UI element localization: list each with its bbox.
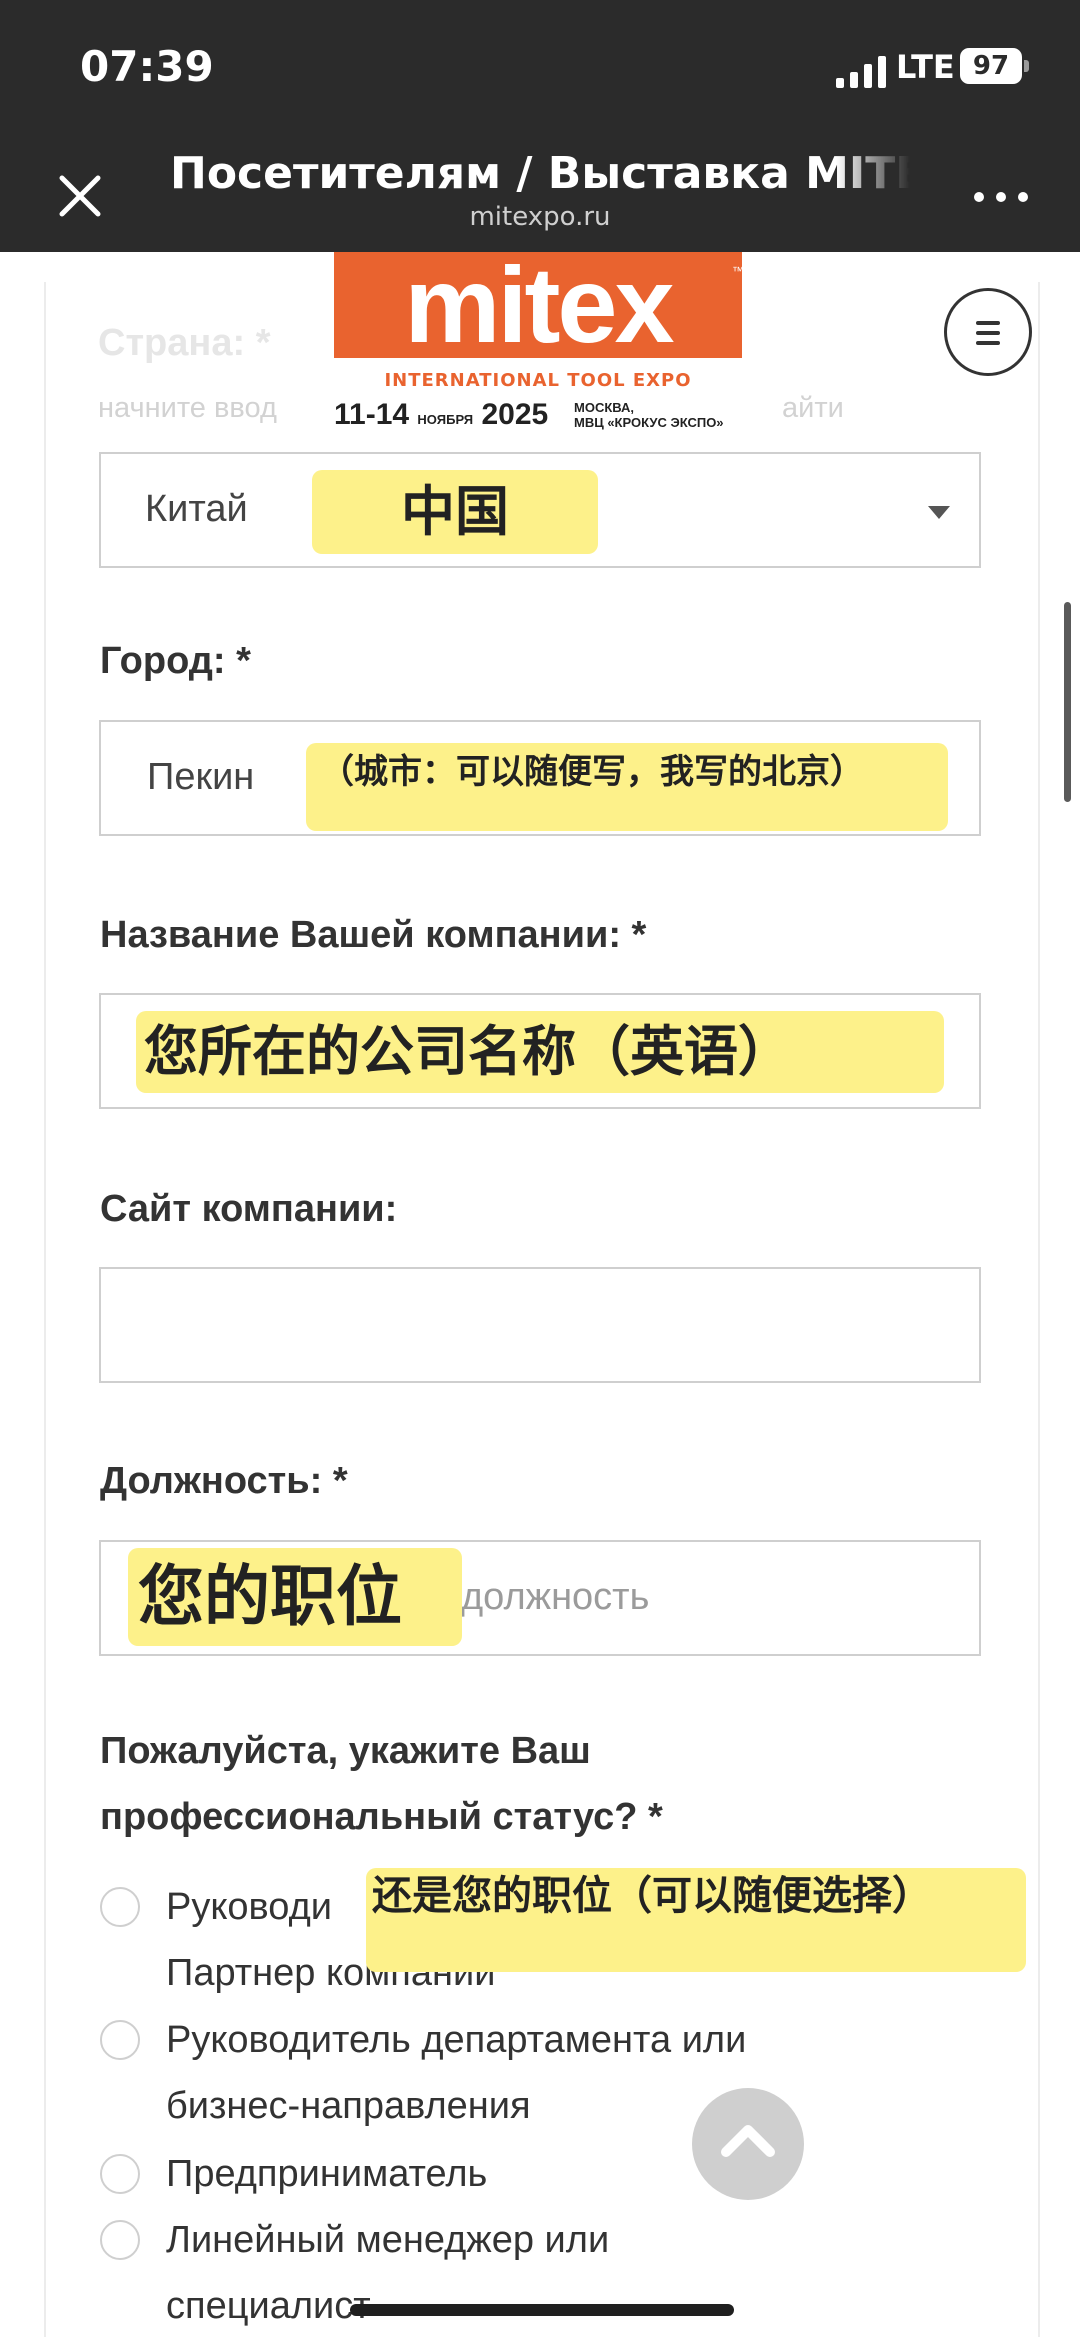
- company-annotation: 您所在的公司名称（英语）: [136, 1011, 944, 1093]
- country-label: Страна: *: [98, 322, 271, 364]
- status-radio-1[interactable]: [100, 1887, 140, 1927]
- more-options-icon[interactable]: [974, 182, 1034, 212]
- hamburger-menu-icon[interactable]: [944, 288, 1032, 376]
- status-option-3[interactable]: Предприниматель: [166, 2141, 986, 2207]
- logo-days: 11-14: [334, 398, 410, 431]
- status-option-2[interactable]: Руководитель департамента или бизнес-напр…: [166, 2007, 986, 2139]
- status-bar: 07:39 LTE 97: [0, 0, 1080, 140]
- status-option-2-line2: бизнес-направления: [166, 2085, 531, 2127]
- home-indicator[interactable]: [350, 2304, 734, 2316]
- status-annotation: 还是您的职位（可以随便选择）: [366, 1868, 1026, 1972]
- chevron-down-icon: [928, 506, 950, 519]
- position-label: Должность: *: [100, 1460, 348, 1502]
- page-title: Посетителям / Выставка MITEX: [170, 148, 910, 199]
- logo-tagline: INTERNATIONAL TOOL EXPO: [384, 370, 692, 391]
- position-placeholder: должность: [461, 1576, 650, 1618]
- status-option-4-line1: Линейный менеджер или: [166, 2219, 610, 2261]
- battery-icon: 97: [960, 48, 1022, 84]
- logo-venue-city: МОСКВА,: [574, 400, 635, 415]
- chevron-up-icon: [721, 2125, 775, 2157]
- city-annotation: （城市：可以随便写，我写的北京）: [306, 743, 948, 831]
- website-input[interactable]: [99, 1267, 981, 1383]
- status-label-line1: Пожалуйста, укажите Ваш: [100, 1730, 591, 1772]
- mitex-logo[interactable]: mitex ™ INTERNATIONAL TOOL EXPO 11-14 НО…: [318, 252, 758, 442]
- network-type: LTE: [896, 48, 955, 86]
- signal-icon: [836, 54, 888, 88]
- status-radio-2[interactable]: [100, 2020, 140, 2060]
- city-label: Город: *: [100, 640, 251, 682]
- country-value: Китай: [145, 488, 248, 530]
- page-content: Страна: * начните ввод айти mitex ™ INTER…: [0, 252, 1080, 2337]
- status-option-4[interactable]: Линейный менеджер или специалист: [166, 2207, 986, 2337]
- browser-nav-bar: Посетителям / Выставка MITEX mitexpo.ru: [0, 140, 1080, 252]
- status-radio-3[interactable]: [100, 2154, 140, 2194]
- logo-venue: МОСКВА, МВЦ «КРОКУС ЭКСПО»: [574, 400, 724, 430]
- status-radio-4[interactable]: [100, 2220, 140, 2260]
- status-option-3-line1: Предприниматель: [166, 2153, 488, 2195]
- logo-brand: mitex: [404, 252, 674, 365]
- logo-dates: 11-14 НОЯБРЯ 2025: [334, 398, 548, 432]
- country-hint-left: начните ввод: [98, 392, 277, 424]
- logo-venue-place: МВЦ «КРОКУС ЭКСПО»: [574, 415, 724, 430]
- logo-orange-block: mitex ™: [334, 252, 744, 365]
- website-label: Сайт компании:: [100, 1188, 398, 1230]
- page-url: mitexpo.ru: [469, 202, 611, 232]
- status-option-2-line1: Руководитель департамента или: [166, 2019, 747, 2061]
- country-annotation: 中国: [312, 470, 598, 554]
- scrollbar[interactable]: [1064, 602, 1071, 802]
- status-label-line2: профессиональный статус? *: [100, 1796, 663, 1838]
- scroll-to-top-button[interactable]: [692, 2088, 804, 2200]
- status-time: 07:39: [80, 42, 214, 91]
- company-label: Название Вашей компании: *: [100, 914, 647, 956]
- logo-month: НОЯБРЯ: [417, 412, 474, 427]
- city-value: Пекин: [147, 756, 255, 798]
- country-hint-right: айти: [782, 392, 844, 424]
- logo-year: 2025: [481, 398, 549, 431]
- position-annotation: 您的职位: [128, 1548, 462, 1646]
- battery-tip: [1024, 60, 1029, 72]
- logo-trademark: ™: [732, 264, 744, 278]
